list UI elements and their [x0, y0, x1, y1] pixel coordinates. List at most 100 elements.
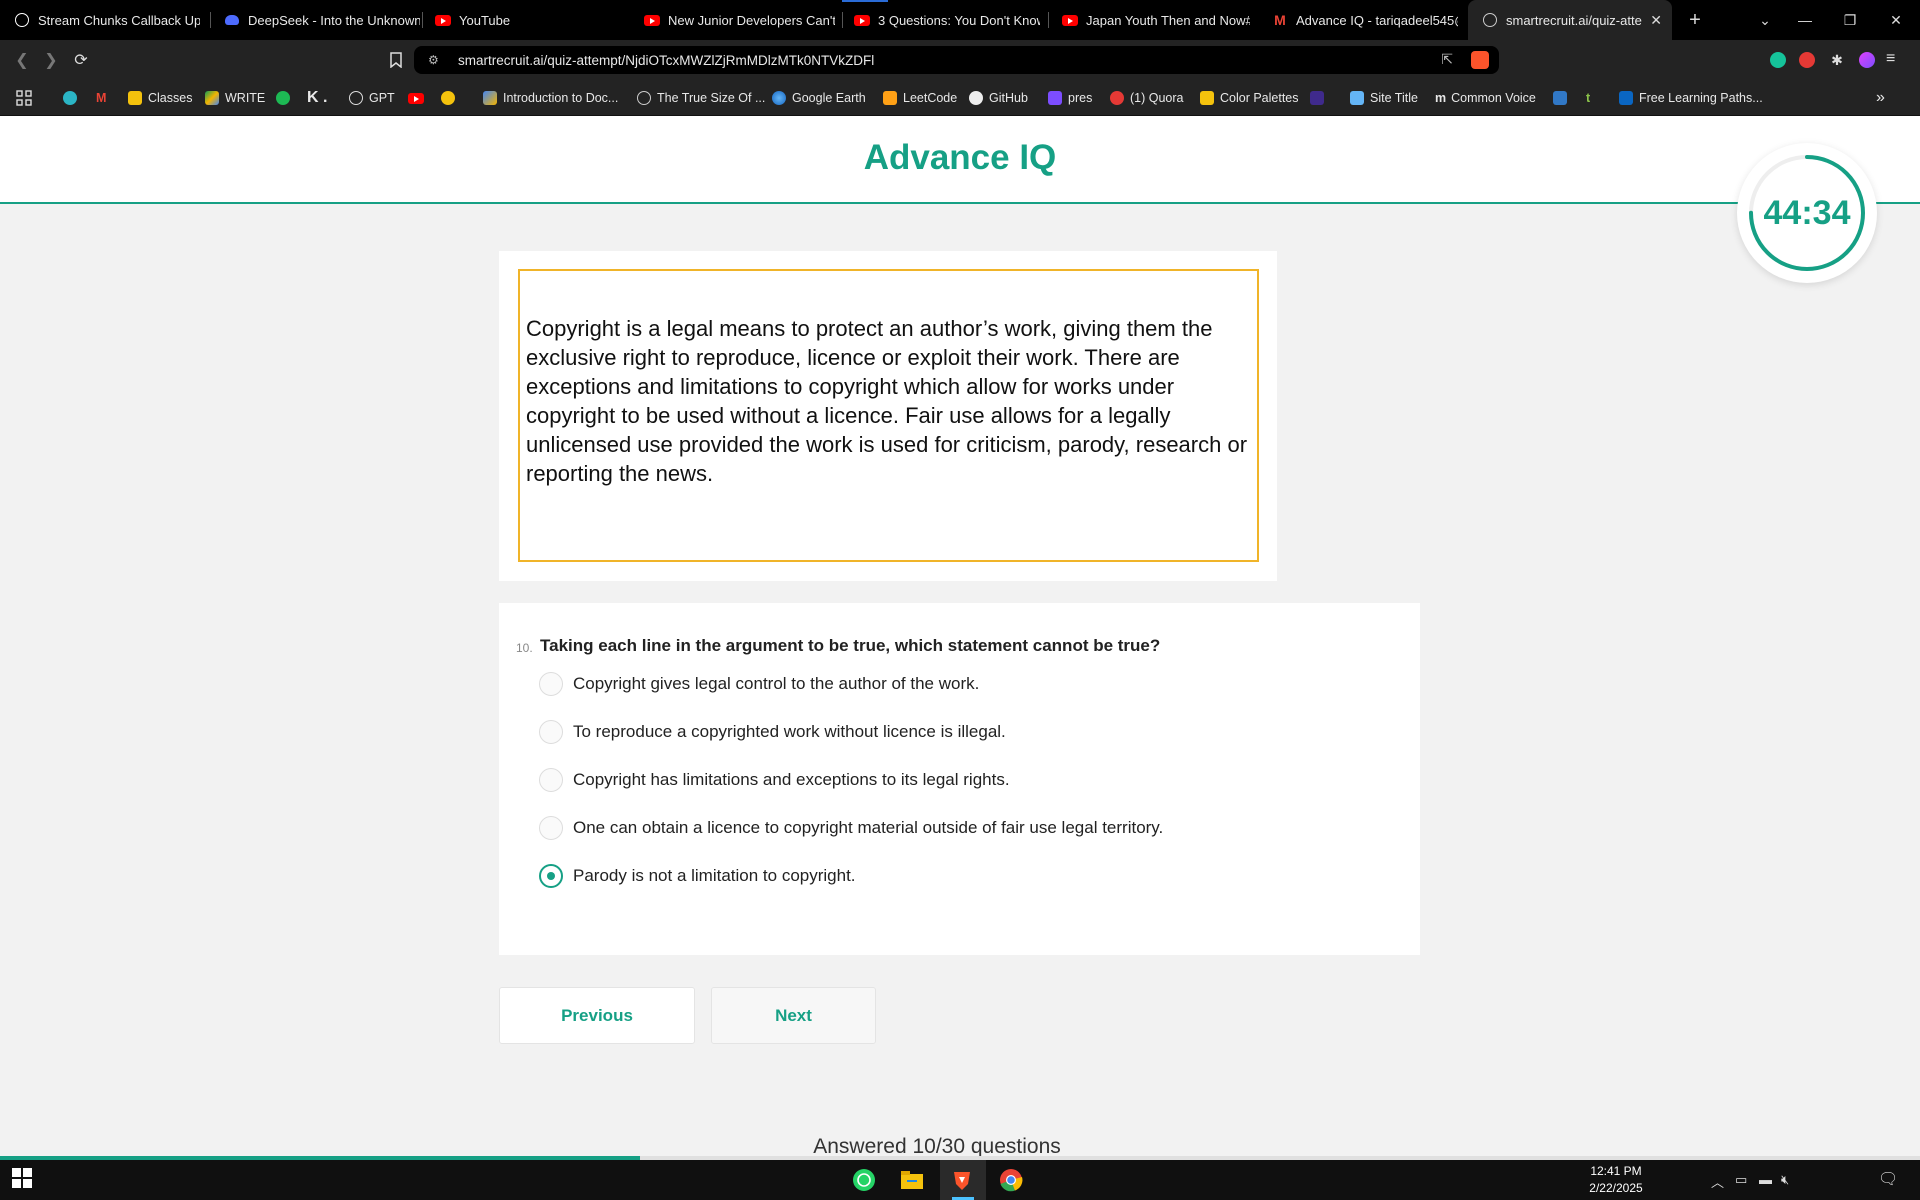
close-tab-icon[interactable]: ✕: [1650, 12, 1662, 29]
answer-option-3[interactable]: Copyright has limitations and exceptions…: [539, 765, 1010, 795]
ui-bookmark-icon[interactable]: [1310, 80, 1330, 116]
bookmark-true-size[interactable]: The True Size Of ...: [637, 80, 765, 116]
option-label: One can obtain a licence to copyright ma…: [573, 818, 1164, 837]
extensions-puzzle-icon[interactable]: ✱: [1829, 52, 1845, 68]
option-label: To reproduce a copyrighted work without …: [573, 722, 1006, 741]
notifications-icon[interactable]: 🗨︎: [1878, 1169, 1898, 1189]
bookmarks-bar: M Classes WRITE K . GPT Introduction to …: [0, 80, 1920, 116]
emoji-bookmark-icon[interactable]: [441, 80, 461, 116]
gmail-icon: M: [1274, 12, 1286, 28]
next-button[interactable]: Next: [711, 987, 876, 1044]
file-explorer-icon[interactable]: [900, 1168, 924, 1192]
bookmark-icon-only[interactable]: [63, 80, 83, 116]
radio-button[interactable]: [539, 864, 563, 888]
share-icon[interactable]: ⇱: [1441, 51, 1453, 68]
close-window-icon[interactable]: ✕: [1876, 0, 1916, 40]
show-hidden-icons-chevron-icon[interactable]: ︿: [1711, 1172, 1724, 1191]
battery-icon[interactable]: ▬: [1759, 1172, 1772, 1187]
tab-title: Japan Youth Then and Now#ja: [1086, 12, 1250, 28]
tab-junior-devs[interactable]: New Junior Developers Can't A: [630, 0, 835, 40]
brave-shields-icon[interactable]: [1471, 51, 1489, 69]
tab-japan-youth[interactable]: Japan Youth Then and Now#ja: [1048, 0, 1250, 40]
chrome-icon[interactable]: [999, 1168, 1023, 1192]
bookmark-classes[interactable]: Classes: [128, 80, 192, 116]
answer-option-1[interactable]: Copyright gives legal control to the aut…: [539, 669, 979, 699]
url-bar[interactable]: ⚙ smartrecruit.ai/quiz-attempt/NjdiOTcxM…: [414, 46, 1499, 74]
radio-button[interactable]: [539, 816, 563, 840]
restore-icon[interactable]: ❐: [1830, 0, 1870, 40]
windows-taskbar: ︿ ▭ ▬ 🔇︎ 12:41 PM 2/22/2025 🗨︎: [0, 1160, 1920, 1200]
system-clock[interactable]: 12:41 PM 2/22/2025: [1576, 1163, 1656, 1197]
tab-deepseek[interactable]: DeepSeek - Into the Unknown: [210, 0, 420, 40]
answer-option-4[interactable]: One can obtain a licence to copyright ma…: [539, 813, 1163, 843]
youtube-icon: [644, 12, 660, 28]
t-bookmark-icon[interactable]: t: [1586, 80, 1590, 116]
bookmark-free-learning[interactable]: Free Learning Paths...: [1619, 80, 1763, 116]
gmail-bookmark-icon[interactable]: M: [96, 80, 106, 116]
back-icon[interactable]: ❮: [8, 48, 36, 72]
answer-option-5[interactable]: Parody is not a limitation to copyright.: [539, 861, 856, 891]
volume-muted-icon[interactable]: 🔇︎: [1781, 1172, 1789, 1188]
timer-value: 44:34: [1763, 193, 1851, 232]
windows-start-icon[interactable]: [12, 1168, 36, 1192]
tab-smartrecruit[interactable]: smartrecruit.ai/quiz-attem ✕: [1468, 0, 1672, 40]
forward-icon[interactable]: ❯: [37, 48, 65, 72]
openai-icon: [14, 12, 30, 28]
new-tab-button[interactable]: +: [1675, 0, 1715, 40]
bookmark-write[interactable]: WRITE: [205, 80, 265, 116]
bookmark-icon[interactable]: [382, 48, 410, 72]
tab-gmail[interactable]: M Advance IQ - tariqadeel545@: [1258, 0, 1458, 40]
clock-time: 12:41 PM: [1590, 1164, 1642, 1178]
minimize-icon[interactable]: —: [1785, 0, 1825, 40]
bookmark-common-voice[interactable]: m Common Voice: [1435, 80, 1536, 116]
address-toolbar: ❮ ❯ ⟳ ⚙ smartrecruit.ai/quiz-attempt/Njd…: [0, 40, 1920, 80]
youtube-icon: [1062, 12, 1078, 28]
page-header: Advance IQ: [0, 116, 1920, 204]
bookmark-intro-docker[interactable]: Introduction to Doc...: [483, 80, 618, 116]
tab-title: New Junior Developers Can't A: [668, 12, 835, 28]
tab-search-chevron-icon[interactable]: ⌄: [1745, 0, 1785, 40]
radio-button[interactable]: [539, 768, 563, 792]
answer-option-2[interactable]: To reproduce a copyrighted work without …: [539, 717, 1006, 747]
tab-youtube[interactable]: YouTube: [421, 0, 621, 40]
previous-button[interactable]: Previous: [499, 987, 695, 1044]
bookmark-google-earth[interactable]: Google Earth: [772, 80, 866, 116]
bookmark-color-palettes[interactable]: Color Palettes: [1200, 80, 1299, 116]
passage-image: Copyright is a legal means to protect an…: [518, 269, 1259, 562]
tab-3-questions[interactable]: 3 Questions: You Don't Know J: [840, 0, 1040, 40]
option-label: Copyright has limitations and exceptions…: [573, 770, 1010, 789]
bookmark-leetcode[interactable]: LeetCode: [883, 80, 957, 116]
option-label: Parody is not a limitation to copyright.: [573, 866, 856, 885]
countdown-timer: 44:34: [1737, 143, 1877, 283]
network-icon[interactable]: ▭: [1735, 1172, 1747, 1188]
globe-icon: [1482, 12, 1498, 28]
grammarly-icon[interactable]: [1770, 52, 1786, 68]
bookmark-gpt[interactable]: GPT: [349, 80, 395, 116]
bookmark-site-title[interactable]: Site Title: [1350, 80, 1418, 116]
page-title: Advance IQ: [863, 138, 1057, 177]
ts-bookmark-icon[interactable]: [1553, 80, 1573, 116]
apps-grid-icon[interactable]: [16, 80, 32, 116]
browser-tab-bar: Stream Chunks Callback Upda DeepSeek - I…: [0, 0, 1920, 40]
brave-icon[interactable]: [950, 1168, 974, 1192]
tab-stream-chunks[interactable]: Stream Chunks Callback Upda: [0, 0, 200, 40]
url-text: smartrecruit.ai/quiz-attempt/NjdiOTcxMWZ…: [458, 52, 875, 68]
bookmark-quora[interactable]: (1) Quora: [1110, 80, 1184, 116]
profile-avatar-icon[interactable]: [1859, 52, 1875, 68]
tab-title: Advance IQ - tariqadeel545@: [1296, 12, 1458, 28]
reload-icon[interactable]: ⟳: [67, 48, 95, 72]
radio-button[interactable]: [539, 720, 563, 744]
bookmark-icon-green[interactable]: [276, 80, 296, 116]
question-text: Taking each line in the argument to be t…: [540, 636, 1161, 655]
menu-icon[interactable]: ≡: [1886, 51, 1902, 68]
site-info-icon[interactable]: ⚙: [428, 53, 439, 67]
bookmark-pres[interactable]: pres: [1048, 80, 1092, 116]
pokeball-extension-icon[interactable]: [1799, 52, 1815, 68]
youtube-bookmark-icon[interactable]: [408, 80, 424, 116]
bookmark-github[interactable]: GitHub: [969, 80, 1028, 116]
more-bookmarks-icon[interactable]: »: [1876, 80, 1885, 116]
bookmark-k[interactable]: K .: [307, 80, 327, 116]
whatsapp-icon[interactable]: [852, 1168, 876, 1192]
youtube-icon: [435, 12, 451, 28]
radio-button[interactable]: [539, 672, 563, 696]
